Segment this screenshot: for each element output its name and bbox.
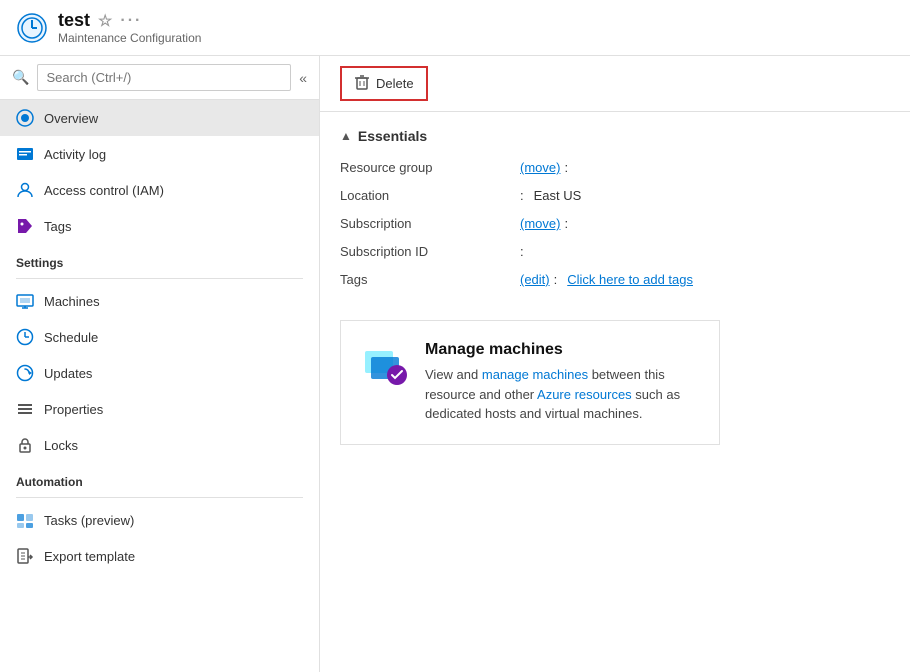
subscription-separator: : — [564, 216, 568, 231]
tasks-label: Tasks (preview) — [44, 513, 134, 528]
subscription-move-link[interactable]: (move) — [520, 216, 560, 231]
resource-group-label: Resource group — [340, 160, 520, 175]
activity-log-label: Activity log — [44, 147, 106, 162]
properties-icon — [16, 400, 34, 418]
resource-group-move-link[interactable]: (move) — [520, 160, 560, 175]
locks-icon — [16, 436, 34, 454]
sidebar-item-activity-log[interactable]: Activity log — [0, 136, 319, 172]
manage-machines-section: Manage machines View and manage machines… — [320, 312, 910, 465]
field-resource-group: Resource group (move) : — [340, 156, 890, 184]
machines-icon — [16, 292, 34, 310]
collapse-essentials-icon[interactable]: ▲ — [340, 129, 352, 143]
sidebar-item-locks[interactable]: Locks — [0, 427, 319, 463]
search-input[interactable] — [37, 64, 291, 91]
automation-section-label: Automation — [0, 463, 319, 493]
location-text: East US — [534, 188, 582, 203]
toolbar: Delete — [320, 56, 910, 112]
subscription-id-value: : — [520, 244, 530, 259]
sidebar-item-export[interactable]: Export template — [0, 538, 319, 574]
field-subscription: Subscription (move) : — [340, 212, 890, 240]
sidebar: 🔍 « Overview Activity log — [0, 56, 320, 672]
location-label: Location — [340, 188, 520, 203]
manage-link[interactable]: manage machines — [482, 367, 588, 382]
sidebar-item-machines[interactable]: Machines — [0, 283, 319, 319]
search-bar: 🔍 « — [0, 56, 319, 100]
tags-icon — [16, 217, 34, 235]
sidebar-item-schedule[interactable]: Schedule — [0, 319, 319, 355]
overview-label: Overview — [44, 111, 98, 126]
subscription-id-label: Subscription ID — [340, 244, 520, 259]
collapse-sidebar-button[interactable]: « — [299, 70, 307, 86]
main-content: Delete ▲ Essentials Resource group (move… — [320, 56, 910, 672]
sidebar-item-tags[interactable]: Tags — [0, 208, 319, 244]
iam-icon — [16, 181, 34, 199]
sidebar-item-overview[interactable]: Overview — [0, 100, 319, 136]
properties-label: Properties — [44, 402, 103, 417]
iam-label: Access control (IAM) — [44, 183, 164, 198]
tags-label: Tags — [44, 219, 71, 234]
page-header: test ☆ ··· Maintenance Configuration — [0, 0, 910, 56]
field-location: Location : East US — [340, 184, 890, 212]
sidebar-item-tasks[interactable]: Tasks (preview) — [0, 502, 319, 538]
tags-value: (edit) : Click here to add tags — [520, 272, 693, 287]
more-options-dots[interactable]: ··· — [120, 12, 142, 30]
essentials-section: ▲ Essentials Resource group (move) : Loc… — [320, 112, 910, 312]
location-value: : East US — [520, 188, 581, 203]
manage-machines-title: Manage machines — [425, 341, 699, 359]
manage-machines-body: Manage machines View and manage machines… — [425, 341, 699, 424]
schedule-label: Schedule — [44, 330, 98, 345]
resource-group-separator: : — [564, 160, 568, 175]
resource-name: test — [58, 10, 90, 31]
sidebar-item-properties[interactable]: Properties — [0, 391, 319, 427]
manage-machines-description: View and manage machines between this re… — [425, 365, 699, 424]
subscription-value: (move) : — [520, 216, 574, 231]
add-tags-cta[interactable]: Click here to add tags — [567, 272, 693, 287]
overview-icon — [16, 109, 34, 127]
schedule-icon — [16, 328, 34, 346]
search-icon: 🔍 — [12, 69, 29, 86]
subscription-label: Subscription — [340, 216, 520, 231]
delete-icon — [354, 74, 370, 93]
resource-type-label: Maintenance Configuration — [58, 31, 201, 45]
manage-machines-card[interactable]: Manage machines View and manage machines… — [340, 320, 720, 445]
header-text-group: test ☆ ··· Maintenance Configuration — [58, 10, 201, 45]
header-title-row: test ☆ ··· — [58, 10, 201, 31]
resource-icon — [16, 12, 48, 44]
activity-log-icon — [16, 145, 34, 163]
essentials-label: Essentials — [358, 128, 427, 144]
essentials-title: ▲ Essentials — [340, 128, 890, 144]
export-icon — [16, 547, 34, 565]
location-separator: : — [520, 188, 524, 203]
machines-label: Machines — [44, 294, 100, 309]
export-label: Export template — [44, 549, 135, 564]
settings-divider — [16, 278, 303, 279]
automation-divider — [16, 497, 303, 498]
sidebar-item-iam[interactable]: Access control (IAM) — [0, 172, 319, 208]
delete-button[interactable]: Delete — [340, 66, 428, 101]
tags-edit-link[interactable]: (edit) — [520, 272, 550, 287]
updates-icon — [16, 364, 34, 382]
favorite-star[interactable]: ☆ — [98, 11, 112, 31]
field-subscription-id: Subscription ID : — [340, 240, 890, 268]
tags-separator: : — [554, 272, 558, 287]
tasks-icon — [16, 511, 34, 529]
field-tags: Tags (edit) : Click here to add tags — [340, 268, 890, 296]
resource-group-value: (move) : — [520, 160, 574, 175]
updates-label: Updates — [44, 366, 92, 381]
tags-field-label: Tags — [340, 272, 520, 287]
settings-section-label: Settings — [0, 244, 319, 274]
main-layout: 🔍 « Overview Activity log — [0, 56, 910, 672]
locks-label: Locks — [44, 438, 78, 453]
manage-machines-icon — [361, 341, 409, 389]
delete-label: Delete — [376, 76, 414, 91]
sidebar-item-updates[interactable]: Updates — [0, 355, 319, 391]
azure-link[interactable]: Azure resources — [537, 387, 632, 402]
subscription-id-separator: : — [520, 244, 524, 259]
